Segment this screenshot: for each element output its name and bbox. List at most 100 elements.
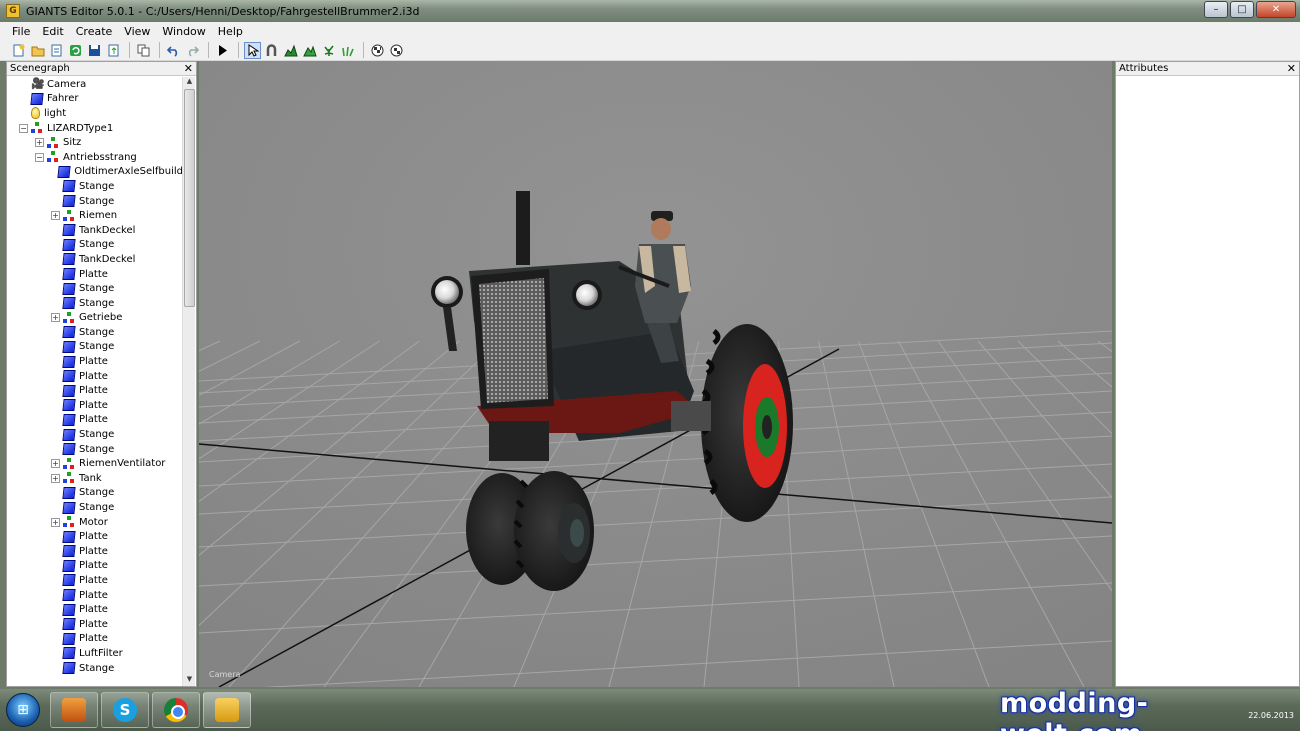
scenegraph-node[interactable]: Platte <box>7 588 183 603</box>
scenegraph-node-label: Platte <box>79 574 108 586</box>
open-file-icon[interactable] <box>29 42 46 59</box>
minimize-button[interactable]: – <box>1204 1 1228 18</box>
redo-icon[interactable] <box>184 42 201 59</box>
scenegraph-node[interactable]: Platte <box>7 529 183 544</box>
scenegraph-node[interactable]: Stange <box>7 179 183 194</box>
scenegraph-node[interactable]: Platte <box>7 369 183 384</box>
shape-icon <box>30 92 44 105</box>
copy-icon[interactable] <box>135 42 152 59</box>
undo-icon[interactable] <box>165 42 182 59</box>
save-icon[interactable] <box>86 42 103 59</box>
scenegraph-node[interactable]: light <box>7 106 183 121</box>
scenegraph-node[interactable]: Platte <box>7 617 183 632</box>
scenegraph-node[interactable]: Stange <box>7 325 183 340</box>
taskbar-media-player[interactable] <box>50 692 98 728</box>
export-icon[interactable] <box>105 42 122 59</box>
start-button[interactable]: ⊞ <box>6 693 40 727</box>
terrain-sculpt-icon[interactable] <box>301 42 318 59</box>
scenegraph-node[interactable]: Stange <box>7 296 183 311</box>
menu-file[interactable]: File <box>6 25 36 38</box>
checker-grid-icon[interactable] <box>369 42 386 59</box>
collapse-icon[interactable]: − <box>35 152 44 162</box>
collapse-icon[interactable]: − <box>19 123 28 133</box>
magnet-icon[interactable] <box>263 42 280 59</box>
maximize-button[interactable]: □ <box>1230 1 1254 18</box>
menu-create[interactable]: Create <box>70 25 119 38</box>
scenegraph-node[interactable]: Platte <box>7 383 183 398</box>
expand-icon[interactable]: + <box>51 517 60 527</box>
scenegraph-node[interactable]: Stange <box>7 442 183 457</box>
scenegraph-header: Scenegraph ✕ <box>7 62 196 76</box>
scenegraph-node[interactable]: Platte <box>7 602 183 617</box>
foliage-paint-icon[interactable] <box>320 42 337 59</box>
taskbar-chrome[interactable] <box>152 692 200 728</box>
close-icon[interactable]: ✕ <box>1287 62 1299 75</box>
scenegraph-node[interactable]: TankDeckel <box>7 223 183 238</box>
scenegraph-node[interactable]: + Tank <box>7 471 183 486</box>
scenegraph-node[interactable]: Stange <box>7 340 183 355</box>
close-icon[interactable]: ✕ <box>184 62 196 75</box>
scenegraph-scrollbar[interactable]: ▲ ▼ <box>182 77 195 686</box>
scenegraph-node[interactable]: 🎥 Camera <box>7 77 183 92</box>
refresh-icon[interactable] <box>67 42 84 59</box>
scenegraph-node[interactable]: Platte <box>7 544 183 559</box>
3d-viewport[interactable]: Camera <box>199 61 1112 687</box>
expand-icon[interactable]: + <box>51 459 60 469</box>
scenegraph-node[interactable]: Stange <box>7 661 183 676</box>
expand-icon[interactable]: + <box>51 313 60 323</box>
scenegraph-node[interactable]: + Riemen <box>7 208 183 223</box>
import-icon[interactable] <box>48 42 65 59</box>
shape-icon <box>62 253 76 266</box>
scroll-up-icon[interactable]: ▲ <box>183 77 196 88</box>
scenegraph-node[interactable]: Platte <box>7 354 183 369</box>
scenegraph-node[interactable]: LuftFilter <box>7 646 183 661</box>
toolbar-separator <box>129 42 130 58</box>
menu-view[interactable]: View <box>118 25 156 38</box>
scrollbar-thumb[interactable] <box>184 89 195 307</box>
scenegraph-node[interactable]: Stange <box>7 500 183 515</box>
taskbar-skype[interactable]: S <box>101 692 149 728</box>
scenegraph-node[interactable]: Platte <box>7 398 183 413</box>
expand-icon[interactable]: + <box>35 138 44 148</box>
scenegraph-tree[interactable]: 🎥 Camera Fahrer light − LIZARDType1 + Sitz − Antr… <box>7 77 183 686</box>
scenegraph-node[interactable]: + Sitz <box>7 135 183 150</box>
new-file-icon[interactable] <box>10 42 27 59</box>
menu-edit[interactable]: Edit <box>36 25 69 38</box>
shape-icon <box>62 355 76 368</box>
scenegraph-node[interactable]: − LIZARDType1 <box>7 121 183 136</box>
scenegraph-node[interactable]: OldtimerAxleSelfbuild <box>7 165 183 180</box>
scenegraph-node-label: Stange <box>79 662 115 674</box>
menu-help[interactable]: Help <box>212 25 249 38</box>
scenegraph-node[interactable]: − Antriebsstrang <box>7 150 183 165</box>
scenegraph-node[interactable]: Stange <box>7 194 183 209</box>
close-button[interactable]: ✕ <box>1256 1 1296 18</box>
scenegraph-node[interactable]: Platte <box>7 267 183 282</box>
scenegraph-node[interactable]: Platte <box>7 632 183 647</box>
scenegraph-node[interactable]: Platte <box>7 413 183 428</box>
scenegraph-node[interactable]: Fahrer <box>7 92 183 107</box>
expand-icon[interactable]: + <box>51 211 60 221</box>
play-icon[interactable] <box>214 42 231 59</box>
scenegraph-node[interactable]: Stange <box>7 238 183 253</box>
shape-icon <box>62 647 76 660</box>
scenegraph-node[interactable]: + Getriebe <box>7 311 183 326</box>
expand-icon[interactable]: + <box>51 473 60 483</box>
scenegraph-node[interactable]: Stange <box>7 427 183 442</box>
scroll-down-icon[interactable]: ▼ <box>183 675 196 686</box>
scenegraph-node[interactable]: Platte <box>7 573 183 588</box>
scenegraph-node[interactable]: + RiemenVentilator <box>7 456 183 471</box>
shape-icon <box>62 297 76 310</box>
taskbar-giants-editor[interactable] <box>203 692 251 728</box>
scenegraph-node[interactable]: Stange <box>7 486 183 501</box>
scenegraph-node[interactable]: Platte <box>7 559 183 574</box>
scenegraph-node-label: TankDeckel <box>79 224 136 236</box>
select-tool-icon[interactable] <box>244 41 261 59</box>
grass-paint-icon[interactable] <box>339 42 356 59</box>
scenegraph-node[interactable]: + Motor <box>7 515 183 530</box>
scenegraph-node-label: Platte <box>79 370 108 382</box>
terrain-paint-icon[interactable] <box>282 42 299 59</box>
scenegraph-node[interactable]: TankDeckel <box>7 252 183 267</box>
menu-window[interactable]: Window <box>156 25 211 38</box>
scenegraph-node[interactable]: Stange <box>7 281 183 296</box>
checker-shading-icon[interactable] <box>388 42 405 59</box>
